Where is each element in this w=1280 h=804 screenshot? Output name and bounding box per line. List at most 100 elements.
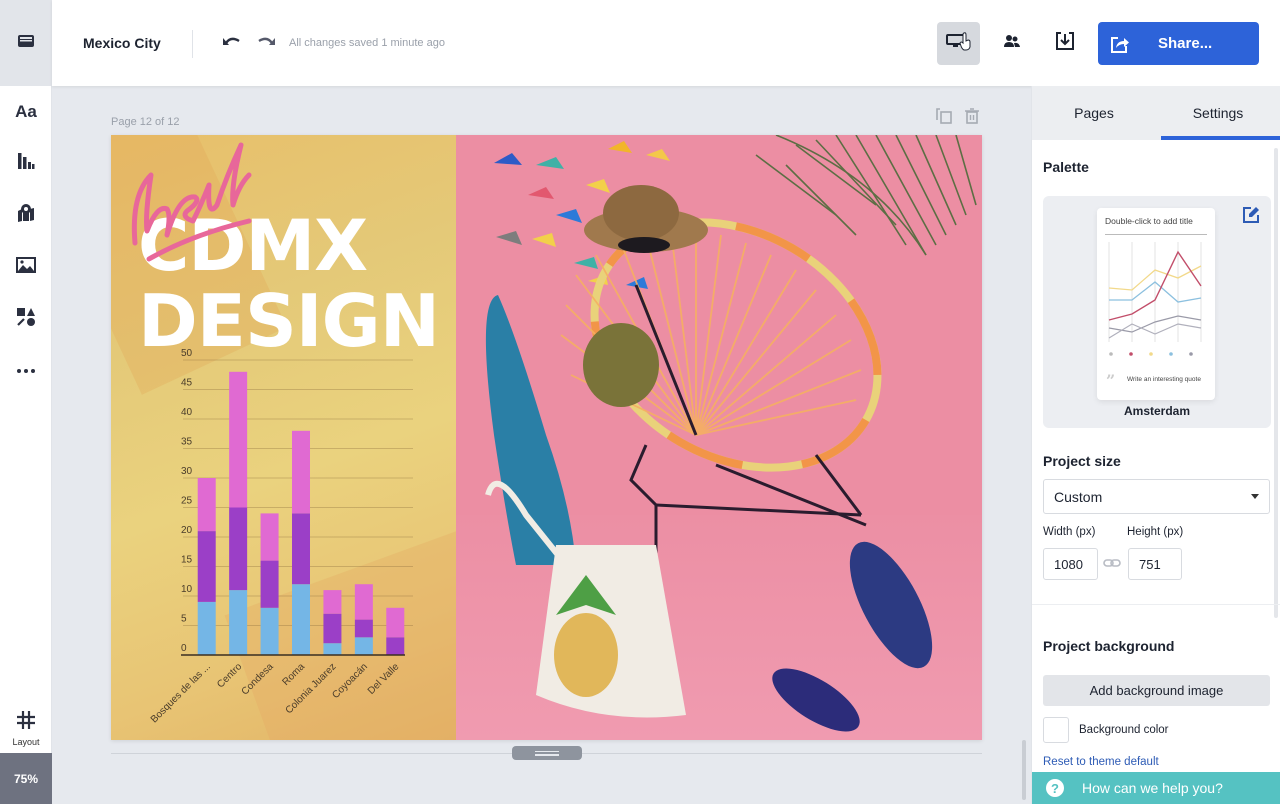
page-actions [936,108,980,124]
y-tick-label: 15 [181,555,193,566]
panel-scrollbar[interactable] [1274,148,1278,618]
bar-segment [323,643,342,655]
width-input[interactable]: 1080 [1043,548,1098,580]
layout-button[interactable]: Layout [0,705,52,751]
palette-preview-quote: Write an interesting quote [1127,376,1201,383]
duplicate-page-icon[interactable] [936,108,952,124]
bar-segment [323,590,342,614]
y-tick-label: 10 [181,584,193,595]
background-color-swatch[interactable] [1043,717,1069,743]
bar-segment [386,637,405,655]
project-size-select[interactable]: Custom [1043,479,1270,514]
top-bar: Mexico City All changes saved 1 minute a… [52,0,1280,86]
image-icon [16,256,36,278]
photo-beach-chair[interactable] [456,135,982,740]
help-chat-button[interactable]: ? How can we help you? [1032,772,1280,804]
x-tick-label: Condesa [240,661,276,697]
bar-segment [354,619,373,638]
project-title[interactable]: Mexico City [83,35,161,51]
rail-shapes-button[interactable] [0,299,52,339]
present-icon [945,31,972,56]
photo-illustration [456,135,982,740]
bar-segment [197,601,216,655]
map-pin-icon [16,203,36,228]
rail-maps-button[interactable] [0,195,52,235]
project-size-value: Custom [1054,488,1103,505]
bar-segment [292,584,310,655]
share-label: Share... [1158,35,1213,52]
layout-label: Layout [12,736,40,747]
undo-icon [223,34,241,52]
x-tick-label: Bosques de las ... [149,661,213,725]
left-rail: Aa Layout 75% [0,0,52,804]
palette-preview-line-chart [1108,242,1202,356]
palette-selector[interactable]: Double-click to add title ” Write an int… [1043,196,1271,428]
shapes-icon [16,307,36,332]
height-label: Height (px) [1127,526,1184,538]
edit-palette-icon[interactable] [1242,206,1260,224]
y-tick-label: 30 [181,466,193,477]
add-background-image-button[interactable]: Add background image [1043,675,1270,706]
slide-canvas[interactable]: CDMX DESIGN 0 5 10 15 20 25 30 35 40 45 50 Bosques … [111,135,982,740]
bar-chart-icon [17,152,35,175]
link-aspect-icon[interactable] [1103,556,1121,570]
palette-name: Amsterdam [1123,404,1191,418]
quote-mark-icon: ” [1106,371,1116,390]
settings-panel: Pages Settings Palette Double-click to a… [1031,86,1280,804]
rail-images-button[interactable] [0,247,52,287]
slide-left-panel: CDMX DESIGN 0 5 10 15 20 25 30 35 40 45 50 Bosques … [111,135,538,740]
grid-hash-icon [16,710,36,735]
bar-segment [386,607,405,638]
stacked-bar-chart[interactable]: 0 5 10 15 20 25 30 35 40 45 50 Bosques de las ... Ce… [111,135,456,740]
project-size-heading: Project size [1043,453,1121,469]
bar-segment [197,478,216,532]
canvas-scrollbar[interactable] [1022,740,1026,800]
help-label: How can we help you? [1082,780,1223,796]
projects-button[interactable] [0,0,52,86]
projects-tray-icon [17,34,35,53]
share-button[interactable]: Share... [1098,22,1259,65]
bar-segment [260,513,279,561]
reset-theme-link[interactable]: Reset to theme default [1043,756,1159,768]
delete-page-icon[interactable] [964,108,980,124]
x-tick-label: Del Valle [366,661,402,697]
bar-segment [354,637,373,655]
save-status: All changes saved 1 minute ago [289,37,445,49]
page-indicator: Page 12 of 12 [111,116,180,128]
redo-button[interactable] [256,33,276,53]
rail-text-button[interactable]: Aa [0,92,52,132]
tab-pages[interactable]: Pages [1032,86,1156,140]
bar-segment [292,430,310,514]
bar-segment [292,513,310,585]
y-tick-label: 45 [181,378,193,389]
bar-segment [260,560,279,608]
bar-segment [229,590,248,655]
tab-settings[interactable]: Settings [1156,86,1280,140]
undo-button[interactable] [222,33,242,53]
more-dots-icon [16,361,36,379]
x-tick-label: Roma [280,661,307,688]
bar-segment [197,531,216,602]
x-tick-label: Centro [215,661,244,690]
rail-charts-button[interactable] [0,143,52,183]
height-input[interactable]: 751 [1128,548,1182,580]
panel-divider [1032,604,1280,605]
text-icon: Aa [15,102,37,121]
background-color-label: Background color [1079,724,1169,736]
project-background-heading: Project background [1043,638,1175,654]
present-button[interactable] [937,22,980,65]
page-resize-handle[interactable] [512,746,582,760]
collaborators-button[interactable] [990,22,1033,65]
redo-icon [257,34,275,52]
zoom-level-button[interactable]: 75% [0,753,52,804]
download-button[interactable] [1043,22,1086,65]
palette-preview-card: Double-click to add title ” Write an int… [1097,208,1215,400]
y-tick-label: 20 [181,525,193,536]
chevron-down-icon [1251,494,1259,499]
y-tick-label: 25 [181,496,193,507]
bar-segment [323,613,342,644]
palette-preview-title: Double-click to add title [1105,216,1193,226]
y-tick-label: 35 [181,437,193,448]
app-root: Aa Layout 75% Mexico City All changes sa… [0,0,1280,804]
rail-more-button[interactable] [0,350,52,390]
